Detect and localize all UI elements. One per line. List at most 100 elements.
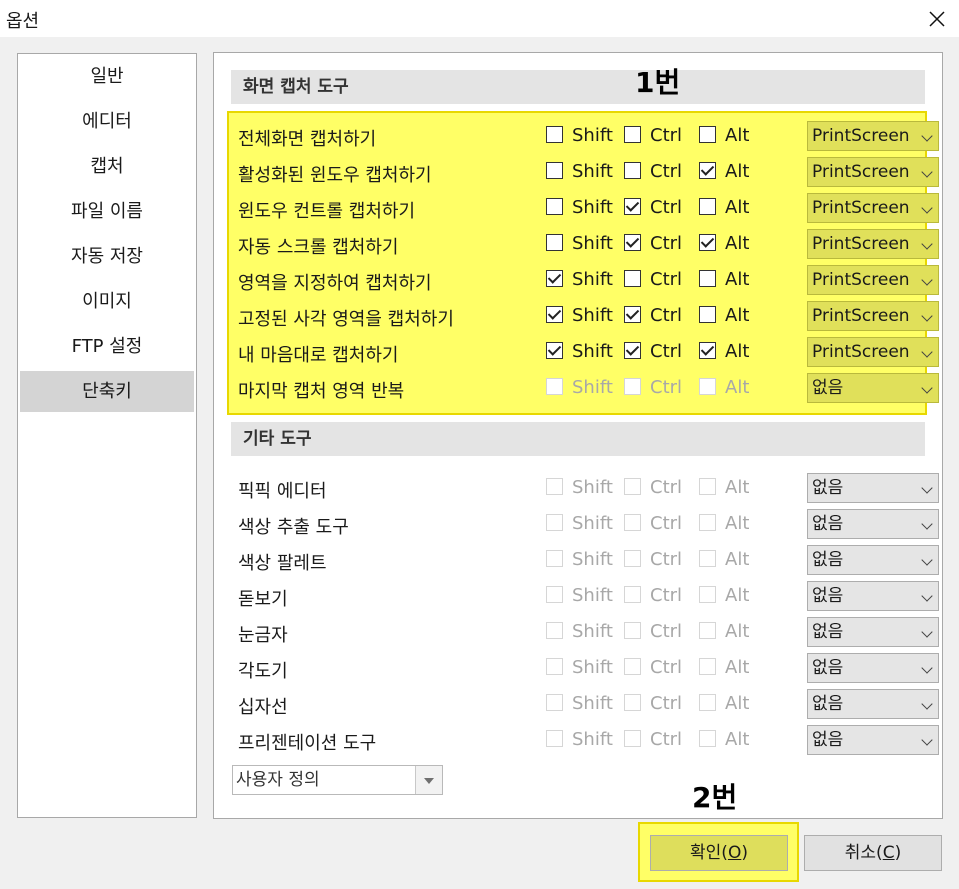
ctrl-checkbox[interactable] [624,342,641,359]
shift-checkbox [546,658,563,675]
ctrl-checkbox-label: Ctrl [650,197,683,218]
shortcut-row: 색상 추출 도구 Shift Ctrl Alt 없음 [238,507,939,543]
shift-checkbox-label: Shift [572,657,613,678]
key-select[interactable]: PrintScreen [807,229,939,259]
shortcut-row: 십자선 Shift Ctrl Alt 없음 [238,687,939,723]
ctrl-checkbox[interactable] [624,306,641,323]
alt-checkbox[interactable] [699,270,716,287]
sidebar: 일반 에디터 캡처 파일 이름 자동 저장 이미지 FTP 설정 단축키 [17,53,197,818]
sidebar-item-auto-save[interactable]: 자동 저장 [20,236,194,277]
ctrl-checkbox[interactable] [624,162,641,179]
sidebar-item-shortcuts[interactable]: 단축키 [20,371,194,412]
key-select-value: PrintScreen [812,126,910,146]
alt-checkbox-label: Alt [725,729,750,750]
chevron-down-icon [921,346,933,358]
ctrl-checkbox-label: Ctrl [650,657,683,678]
cancel-button[interactable]: 취소(C) [804,835,942,871]
alt-checkbox[interactable] [699,306,716,323]
key-select[interactable]: PrintScreen [807,121,939,151]
key-select-value: 없음 [812,730,844,750]
shift-checkbox-label: Shift [572,549,613,570]
shortcut-row: 윈도우 컨트롤 캡처하기 Shift Ctrl Alt PrintScreen [238,191,939,227]
ok-button[interactable]: 확인(O) [650,835,788,871]
shift-checkbox[interactable] [546,198,563,215]
chevron-down-icon [921,590,933,602]
ctrl-checkbox[interactable] [624,270,641,287]
shortcut-label: 활성화된 윈도우 캡처하기 [238,165,432,186]
key-select[interactable]: PrintScreen [807,157,939,187]
key-select[interactable]: 없음 [807,617,939,647]
key-select[interactable]: PrintScreen [807,301,939,331]
shortcut-label: 눈금자 [238,625,288,646]
shift-checkbox [546,550,563,567]
preset-combo[interactable]: 사용자 정의 [232,765,443,795]
shortcut-label: 돋보기 [238,589,288,610]
key-select-value: PrintScreen [812,306,910,326]
key-select[interactable]: 없음 [807,725,939,755]
shortcut-label: 마지막 캡처 영역 반복 [238,381,405,402]
ctrl-checkbox-label: Ctrl [650,729,683,750]
alt-checkbox [699,514,716,531]
shift-checkbox[interactable] [546,342,563,359]
alt-checkbox[interactable] [699,126,716,143]
shortcut-row: 활성화된 윈도우 캡처하기 Shift Ctrl Alt PrintScreen [238,155,939,191]
alt-checkbox[interactable] [699,198,716,215]
shift-checkbox [546,478,563,495]
shift-checkbox[interactable] [546,306,563,323]
key-select[interactable]: 없음 [807,473,939,503]
alt-checkbox-label: Alt [725,161,750,182]
shortcut-label: 자동 스크롤 캡처하기 [238,237,399,258]
shortcut-row: 영역을 지정하여 캡처하기 Shift Ctrl Alt PrintScreen [238,263,939,299]
key-select[interactable]: PrintScreen [807,337,939,367]
ctrl-checkbox[interactable] [624,198,641,215]
ctrl-checkbox [624,478,641,495]
chevron-down-icon [921,554,933,566]
shift-checkbox [546,378,563,395]
sidebar-item-capture[interactable]: 캡처 [20,146,194,187]
sidebar-item-file-name[interactable]: 파일 이름 [20,191,194,232]
key-select[interactable]: PrintScreen [807,193,939,223]
ctrl-checkbox-label: Ctrl [650,585,683,606]
shortcut-row: 픽픽 에디터 Shift Ctrl Alt 없음 [238,471,939,507]
key-select[interactable]: 없음 [807,689,939,719]
shift-checkbox[interactable] [546,126,563,143]
annotation-second: 2번 [692,781,738,814]
shift-checkbox[interactable] [546,270,563,287]
alt-checkbox [699,622,716,639]
key-select-value: 없음 [812,658,844,678]
shift-checkbox-label: Shift [572,161,613,182]
alt-checkbox [699,730,716,747]
preset-dropdown-icon[interactable] [415,766,442,794]
alt-checkbox-label: Alt [725,197,750,218]
ctrl-checkbox[interactable] [624,234,641,251]
key-select[interactable]: 없음 [807,653,939,683]
chevron-down-icon [921,482,933,494]
key-select[interactable]: 없음 [807,509,939,539]
shift-checkbox [546,514,563,531]
key-select-value: PrintScreen [812,198,910,218]
sidebar-item-image[interactable]: 이미지 [20,281,194,322]
ctrl-checkbox[interactable] [624,126,641,143]
key-select[interactable]: 없음 [807,373,939,403]
sidebar-item-editor[interactable]: 에디터 [20,101,194,142]
key-select[interactable]: PrintScreen [807,265,939,295]
key-select[interactable]: 없음 [807,545,939,575]
alt-checkbox-label: Alt [725,341,750,362]
chevron-down-icon [921,238,933,250]
shift-checkbox [546,694,563,711]
alt-checkbox-label: Alt [725,377,750,398]
shift-checkbox[interactable] [546,162,563,179]
shift-checkbox-label: Shift [572,269,613,290]
key-select-value: PrintScreen [812,342,910,362]
key-select[interactable]: 없음 [807,581,939,611]
sidebar-item-ftp[interactable]: FTP 설정 [20,326,194,367]
key-select-value: PrintScreen [812,270,910,290]
alt-checkbox[interactable] [699,162,716,179]
ctrl-checkbox-label: Ctrl [650,693,683,714]
alt-checkbox[interactable] [699,234,716,251]
alt-checkbox[interactable] [699,342,716,359]
close-button[interactable] [915,0,959,37]
sidebar-item-general[interactable]: 일반 [20,56,194,97]
shift-checkbox[interactable] [546,234,563,251]
alt-checkbox-label: Alt [725,621,750,642]
